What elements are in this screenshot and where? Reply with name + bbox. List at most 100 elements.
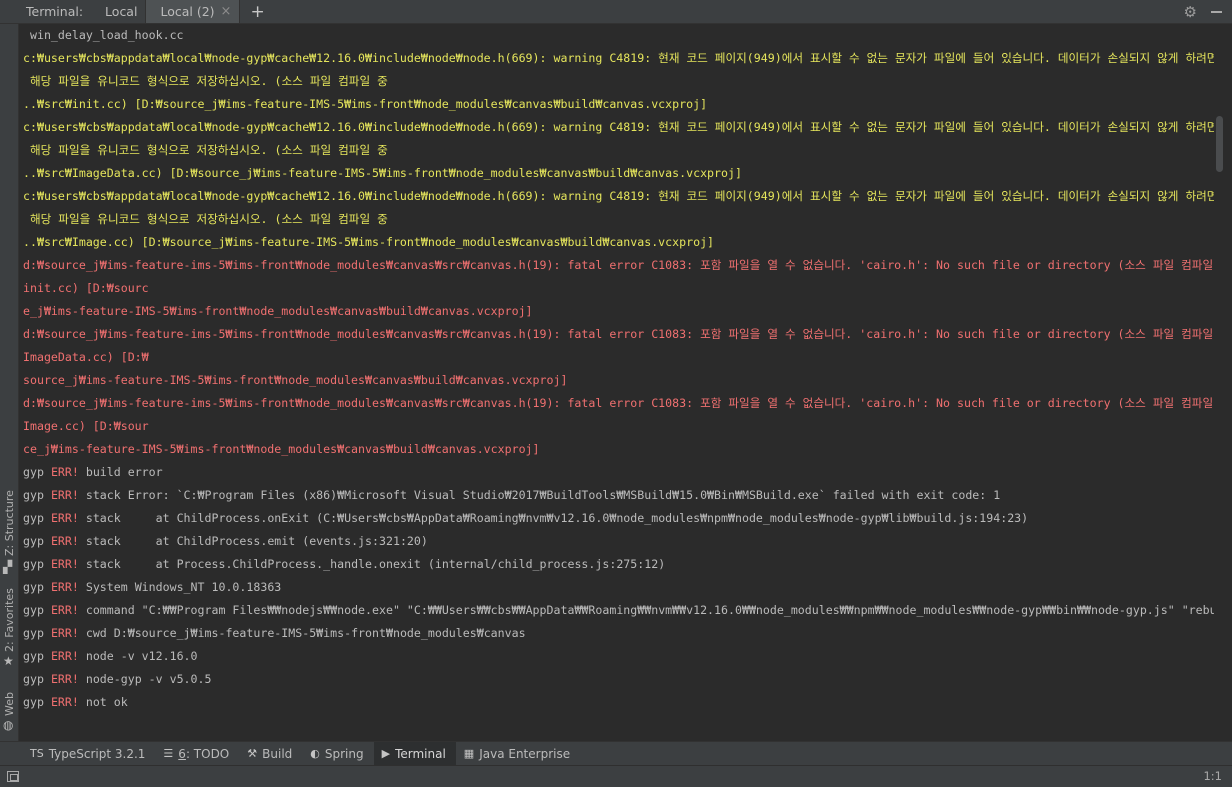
tab-label: Local <box>105 4 138 19</box>
terminal-line: d:₩source_j₩ims-feature-ims-5₩ims-front₩… <box>23 327 1214 341</box>
terminal-line: 해당 파일을 유니코드 형식으로 저장하십시오. (소스 파일 컴파일 중 <box>23 74 388 88</box>
favorites-label: 2: Favorites <box>3 588 16 652</box>
gyp-prefix: gyp <box>23 534 44 548</box>
terminal-line: init.cc) [D:₩sourc <box>23 281 149 295</box>
tab-local[interactable]: Local <box>91 0 147 23</box>
terminal-line: Image.cc) [D:₩sour <box>23 419 149 433</box>
spring-icon: ◐ <box>310 747 320 760</box>
caret-position[interactable]: 1:1 <box>1203 769 1222 783</box>
left-tool-strip: Z: Structure ▞ 2: Favorites ★ Web ◍ <box>0 24 19 741</box>
gyp-prefix: gyp <box>23 465 44 479</box>
err-tag: ERR! <box>50 465 79 479</box>
gyp-prefix: gyp <box>23 557 44 571</box>
tool-tab-label: Java Enterprise <box>479 746 571 761</box>
gyp-prefix: gyp <box>23 695 44 709</box>
terminal-line: ..₩src₩ImageData.cc) [D:₩source_j₩ims-fe… <box>23 166 742 180</box>
structure-tool-button[interactable]: Z: Structure ▞ <box>0 490 19 584</box>
terminal-line: ..₩src₩Image.cc) [D:₩source_j₩ims-featur… <box>23 235 715 249</box>
minimize-icon[interactable] <box>1211 10 1222 13</box>
terminal-title: Terminal: <box>26 4 84 19</box>
line-text: build error <box>78 465 163 479</box>
typescript-icon: TS <box>30 747 44 760</box>
err-tag: ERR! <box>50 626 79 640</box>
terminal-line: win_delay_load_hook.cc <box>23 28 184 42</box>
terminal-line: gyp ERR! node-gyp -v v5.0.5 <box>23 668 1214 691</box>
toggle-tool-windows-icon[interactable] <box>7 771 19 782</box>
status-bar: 1:1 <box>0 765 1232 787</box>
tool-window-bar: TS TypeScript 3.2.1 ☰ 6: TODO ⚒ Build ◐ … <box>0 741 1232 765</box>
web-label: Web <box>3 692 16 716</box>
tool-tab-label: : TODO <box>185 746 230 761</box>
err-tag: ERR! <box>50 488 79 502</box>
terminal-line: e_j₩ims-feature-IMS-5₩ims-front₩node_mod… <box>23 304 533 318</box>
tool-tab-todo[interactable]: ☰ 6: TODO <box>155 742 239 765</box>
tab-label: Local (2) <box>160 4 215 19</box>
terminal-line: source_j₩ims-feature-IMS-5₩ims-front₩nod… <box>23 373 568 387</box>
gyp-prefix: gyp <box>23 672 44 686</box>
err-tag: ERR! <box>50 580 79 594</box>
terminal-line: gyp ERR! stack at Process.ChildProcess._… <box>23 553 1214 576</box>
tool-tab-label: Terminal <box>395 746 446 761</box>
line-text: System Windows_NT 10.0.18363 <box>78 580 282 594</box>
terminal-icon: ▶ <box>381 747 391 760</box>
favorites-tool-button[interactable]: 2: Favorites ★ <box>0 588 19 690</box>
terminal-line: ..₩src₩init.cc) [D:₩source_j₩ims-feature… <box>23 97 708 111</box>
terminal-line: gyp ERR! stack at ChildProcess.onExit (C… <box>23 507 1214 530</box>
line-text: stack at ChildProcess.emit (events.js:32… <box>78 534 428 548</box>
terminal-line: 해당 파일을 유니코드 형식으로 저장하십시오. (소스 파일 컴파일 중 <box>23 212 388 226</box>
err-tag: ERR! <box>50 534 79 548</box>
terminal-line: c:₩users₩cbs₩appdata₩local₩node-gyp₩cach… <box>23 189 1214 203</box>
line-text: stack Error: `C:₩Program Files (x86)₩Mic… <box>78 488 1001 502</box>
terminal-line: gyp ERR! stack at ChildProcess.emit (eve… <box>23 530 1214 553</box>
scrollbar-thumb[interactable] <box>1216 116 1223 172</box>
terminal-tab-bar: Terminal: Local Local (2) × + ⚙ <box>0 0 1232 24</box>
terminal-output[interactable]: win_delay_load_hook.cc c:₩users₩cbs₩appda… <box>19 24 1214 741</box>
tab-local-2[interactable]: Local (2) × <box>146 0 241 23</box>
tool-tab-typescript[interactable]: TS TypeScript 3.2.1 <box>22 742 155 765</box>
line-text: stack at ChildProcess.onExit (C:₩Users₩c… <box>78 511 1029 525</box>
gear-icon[interactable]: ⚙ <box>1184 3 1197 21</box>
tool-tab-label: Spring <box>324 746 364 761</box>
gyp-prefix: gyp <box>23 649 44 663</box>
web-tool-button[interactable]: Web ◍ <box>0 690 19 740</box>
line-text: command "C:₩₩Program Files₩₩nodejs₩₩node… <box>78 603 1214 617</box>
tool-tab-terminal[interactable]: ▶ Terminal <box>373 742 456 765</box>
terminal-line: ImageData.cc) [D:₩ <box>23 350 149 364</box>
terminal-line: d:₩source_j₩ims-feature-ims-5₩ims-front₩… <box>23 258 1214 272</box>
terminal-line: c:₩users₩cbs₩appdata₩local₩node-gyp₩cach… <box>23 120 1214 134</box>
line-text: not ok <box>78 695 128 709</box>
line-text: node-gyp -v v5.0.5 <box>78 672 212 686</box>
err-tag: ERR! <box>50 695 79 709</box>
line-text: cwd D:₩source_j₩ims-feature-IMS-5₩ims-fr… <box>78 626 526 640</box>
gyp-prefix: gyp <box>23 580 44 594</box>
terminal-line: c:₩users₩cbs₩appdata₩local₩node-gyp₩cach… <box>23 51 1214 65</box>
close-icon[interactable]: × <box>221 4 232 19</box>
gyp-prefix: gyp <box>23 603 44 617</box>
terminal-line: gyp ERR! not ok <box>23 691 1214 714</box>
hammer-icon: ⚒ <box>247 747 258 760</box>
add-tab-button[interactable]: + <box>240 0 274 23</box>
tool-tab-label: Build <box>262 746 293 761</box>
todo-icon: ☰ <box>163 747 174 760</box>
terminal-line: d:₩source_j₩ims-feature-ims-5₩ims-front₩… <box>23 396 1214 410</box>
gyp-prefix: gyp <box>23 488 44 502</box>
tool-tab-label: TypeScript 3.2.1 <box>48 746 146 761</box>
vertical-scrollbar[interactable] <box>1214 24 1232 741</box>
line-text: stack at Process.ChildProcess._handle.on… <box>78 557 666 571</box>
globe-icon: ◍ <box>3 718 14 732</box>
terminal-line: gyp ERR! build error <box>23 461 1214 484</box>
gyp-prefix: gyp <box>23 511 44 525</box>
tool-tab-build[interactable]: ⚒ Build <box>239 742 302 765</box>
tool-tab-spring[interactable]: ◐ Spring <box>302 742 373 765</box>
err-tag: ERR! <box>50 603 79 617</box>
java-enterprise-icon: ▦ <box>463 747 475 760</box>
terminal-line: gyp ERR! command "C:₩₩Program Files₩₩nod… <box>23 599 1214 622</box>
err-tag: ERR! <box>50 557 79 571</box>
tool-tab-java-enterprise[interactable]: ▦ Java Enterprise <box>456 742 580 765</box>
terminal-line: gyp ERR! System Windows_NT 10.0.18363 <box>23 576 1214 599</box>
terminal-line: gyp ERR! cwd D:₩source_j₩ims-feature-IMS… <box>23 622 1214 645</box>
star-icon: ★ <box>3 654 14 668</box>
tool-tab-number: 6 <box>178 746 186 761</box>
structure-label: Z: Structure <box>3 490 16 556</box>
line-text: node -v v12.16.0 <box>78 649 198 663</box>
